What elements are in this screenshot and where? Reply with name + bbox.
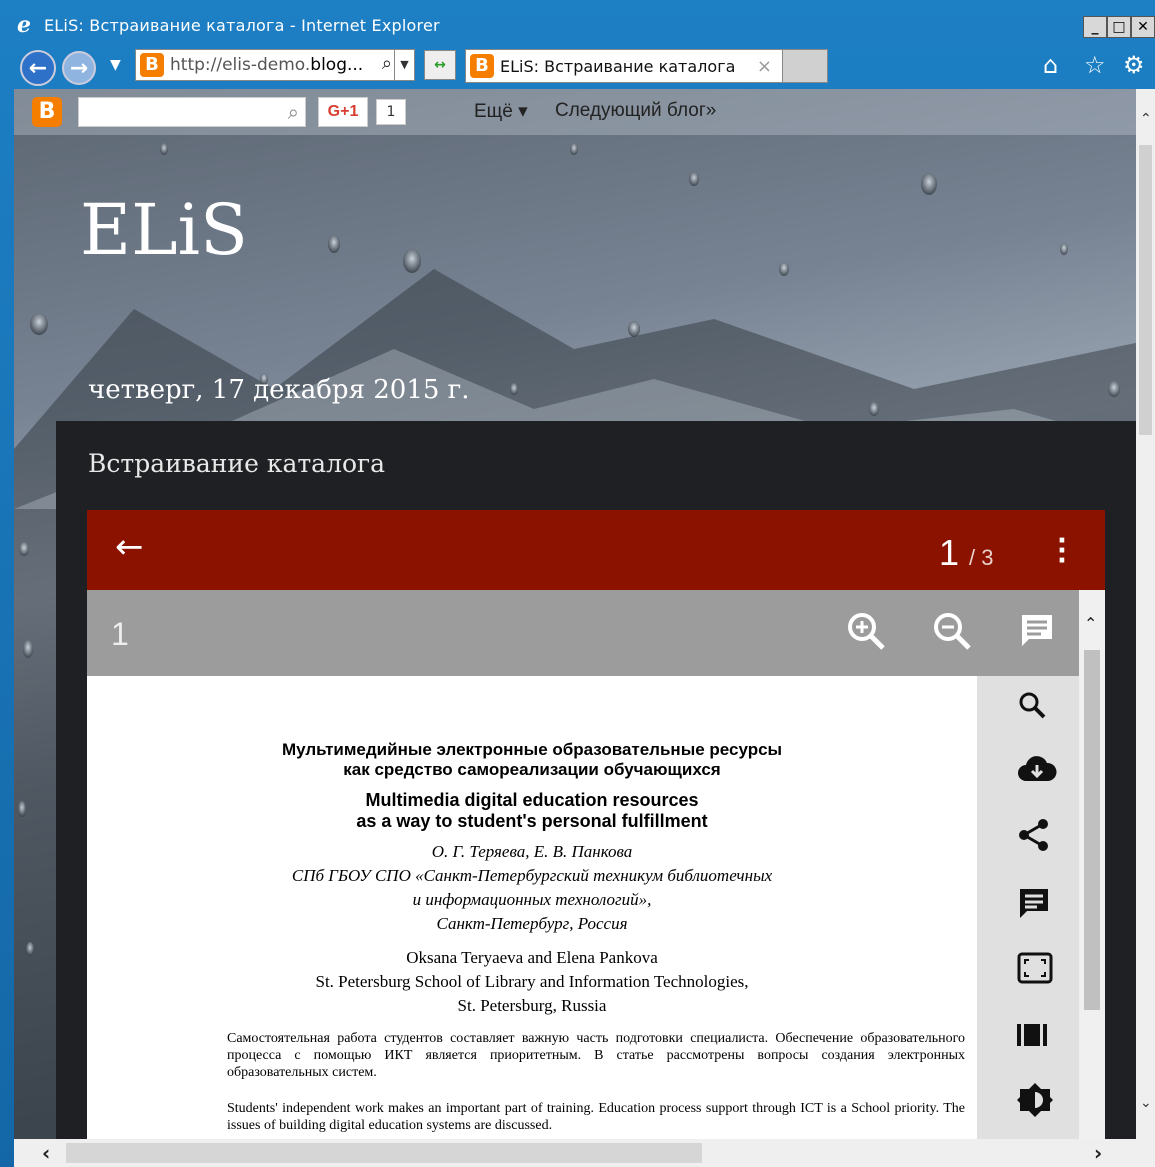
doc-title-ru-1: Мультимедийные электронные образовательн…: [281, 740, 783, 759]
page-hscroll-thumb[interactable]: [66, 1143, 702, 1163]
address-prefix: http://elis-demo.: [170, 55, 311, 75]
page-indicator: 1 / 3: [939, 532, 994, 574]
star-icon[interactable]: ☆: [1084, 53, 1106, 77]
navigation-bar: ← → ▼ B http://elis-demo. blog... ⌕ ▼ ↔ B…: [10, 43, 1155, 89]
doc-authors-ru: О. Г. Теряева, Е. В. Панкова: [431, 842, 633, 861]
doc-org-ru-1: СПб ГБОУ СПО «Санкт-Петербургский техник…: [291, 866, 773, 885]
page-scroll-thumb[interactable]: [1139, 145, 1152, 435]
doc-abstract-en: Students' independent work makes an impo…: [227, 1101, 965, 1133]
book-view-icon[interactable]: [1017, 1022, 1047, 1048]
doc-title-en-1: Multimedia digital education resources: [365, 790, 699, 810]
gear-icon[interactable]: ⚙: [1123, 53, 1145, 77]
address-bar[interactable]: B http://elis-demo. blog... ⌕ ▼: [135, 49, 415, 81]
more-vert-icon[interactable]: · · ·: [1057, 528, 1067, 574]
window-controls: _ □ ✕: [1083, 16, 1155, 38]
close-button[interactable]: ✕: [1131, 16, 1155, 38]
search-icon[interactable]: ⌕: [382, 53, 392, 74]
fullscreen-icon[interactable]: [1017, 952, 1053, 986]
doc-authors-en: Oksana Teryaeva and Elena Pankova: [406, 948, 658, 967]
doc-title-en-2: as a way to student's personal fulfillme…: [356, 811, 708, 831]
notes-icon[interactable]: [1019, 612, 1055, 648]
page-viewport: B ⌕ G+1 1 Ещё ▾ Следующий блог» ELiS чет…: [14, 89, 1155, 1167]
current-page: 1: [939, 532, 960, 573]
blog-search-input[interactable]: ⌕: [78, 97, 306, 127]
document-page: Мультимедийные электронные образовательн…: [87, 676, 977, 1150]
doc-title-ru-2: как средство самореализации обучающихся: [343, 760, 721, 779]
tab-favicon-icon: B: [470, 54, 494, 78]
more-menu-button[interactable]: Ещё ▾: [474, 100, 528, 123]
page-number: 1: [111, 616, 129, 652]
reader-scrollbar[interactable]: ⌃: [1079, 590, 1105, 1150]
reader-toolbar: 1: [87, 590, 1079, 676]
new-tab-button[interactable]: [782, 49, 828, 83]
comment-icon[interactable]: [1017, 886, 1051, 920]
search-icon[interactable]: [1017, 690, 1047, 720]
cloud-download-icon[interactable]: [1017, 754, 1057, 784]
site-favicon-icon: B: [140, 53, 164, 77]
arrow-back-icon[interactable]: ←: [115, 530, 144, 564]
minimize-button[interactable]: _: [1083, 16, 1107, 38]
reader-scroll-thumb[interactable]: [1084, 650, 1100, 1010]
post-title[interactable]: Встраивание каталога: [88, 449, 385, 478]
back-button[interactable]: ←: [20, 50, 56, 86]
page-vertical-scrollbar[interactable]: ⌃ ⌄: [1136, 89, 1155, 1139]
document-reader: ← 1 / 3 · · · 1 ⌃ Мультимедийные электро…: [87, 510, 1105, 1150]
browser-window: e ELiS: Встраивание каталога - Internet …: [0, 0, 1155, 1167]
tab-title: ELiS: Встраивание каталога: [500, 56, 736, 76]
scroll-right-icon[interactable]: ›: [1094, 1141, 1102, 1165]
reader-sidebar: [977, 676, 1079, 1150]
gplus-button[interactable]: G+1: [318, 97, 368, 127]
title-bar: e ELiS: Встраивание каталога - Internet …: [0, 10, 1155, 40]
refresh-icon: ↔: [434, 57, 446, 73]
scroll-down-icon[interactable]: ⌄: [1140, 1095, 1152, 1111]
scroll-up-icon[interactable]: ⌃: [1084, 614, 1097, 633]
zoom-in-icon[interactable]: [845, 610, 887, 652]
window-title: ELiS: Встраивание каталога - Internet Ex…: [44, 16, 440, 35]
back-icon: ←: [28, 55, 48, 81]
zoom-out-icon[interactable]: [931, 610, 973, 652]
tab-active[interactable]: B ELiS: Встраивание каталога ×: [465, 49, 783, 83]
scroll-up-icon[interactable]: ⌃: [1140, 111, 1152, 127]
post-date: четверг, 17 декабря 2015 г.: [88, 375, 470, 405]
forward-button[interactable]: →: [62, 51, 96, 85]
maximize-button[interactable]: □: [1107, 16, 1131, 38]
forward-icon: →: [69, 55, 89, 81]
history-dropdown-icon[interactable]: ▼: [110, 57, 121, 73]
search-icon[interactable]: ⌕: [288, 100, 299, 124]
blog-title[interactable]: ELiS: [80, 189, 248, 271]
address-dropdown-icon[interactable]: ▼: [394, 50, 414, 80]
share-icon[interactable]: [1017, 818, 1051, 852]
reader-header: ← 1 / 3 · · ·: [87, 510, 1105, 590]
next-blog-link[interactable]: Следующий блог»: [555, 100, 716, 122]
blogger-navbar: B ⌕ G+1 1 Ещё ▾ Следующий блог»: [14, 89, 1136, 135]
ie-logo-icon: e: [17, 12, 31, 38]
home-icon[interactable]: ⌂: [1043, 53, 1058, 77]
doc-org-ru-2: и информационных технологий»,: [412, 890, 652, 909]
tab-close-icon[interactable]: ×: [757, 56, 772, 77]
scroll-left-icon[interactable]: ‹: [42, 1141, 50, 1165]
blog-post: Встраивание каталога ← 1 / 3 · · · 1 ⌃ М…: [56, 421, 1136, 1167]
page-horizontal-scrollbar[interactable]: ‹ ›: [14, 1139, 1155, 1167]
blogger-logo[interactable]: B: [32, 97, 62, 127]
total-pages: / 3: [969, 545, 994, 570]
gplus-count: 1: [376, 99, 406, 125]
doc-city-ru: Санкт-Петербург, Россия: [436, 914, 628, 933]
address-host: blog...: [310, 55, 364, 75]
refresh-button[interactable]: ↔: [424, 50, 456, 80]
doc-abstract-ru: Самостоятельная работа студентов составл…: [227, 1031, 965, 1080]
doc-city-en: St. Petersburg, Russia: [457, 996, 607, 1015]
brightness-icon[interactable]: [1017, 1082, 1053, 1118]
doc-org-en: St. Petersburg School of Library and Inf…: [315, 972, 749, 991]
